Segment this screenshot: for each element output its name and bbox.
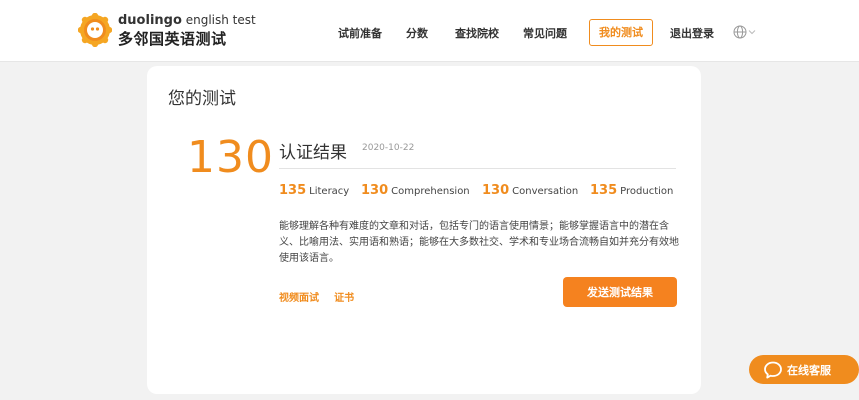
subscore-comprehension: 130 Comprehension [361,183,470,198]
result-title: 认证结果 [279,143,347,163]
globe-icon[interactable] [733,25,757,39]
subscores-row: 135 Literacy 130 Comprehension 130 Conversa… [279,179,679,198]
nav-scores[interactable]: 分数 [406,25,428,41]
chat-bubble-icon [764,361,782,379]
subscore-production: 135 Production [590,183,674,198]
subscore-conversation: 130 Conversation [482,183,579,198]
online-support-label: 在线客服 [787,364,831,377]
nav-test-prep[interactable]: 试前准备 [338,25,382,41]
send-results-button[interactable]: 发送测试结果 [563,277,677,307]
score-description: 能够理解各种有难度的文章和对话，包括专门的语言使用情景；能够掌握语言中的潜在含义… [279,221,679,264]
result-date: 2020-10-22 [362,143,415,153]
main-nav: 试前准备 分数 查找院校 常见问题 我的测试 退出登录 [0,0,859,62]
test-result-card: 您的测试 130 认证结果 2020-10-22 135 Literacy 130… [147,66,701,394]
subscore-literacy: 135 Literacy [279,183,350,198]
nav-my-tests[interactable]: 我的测试 [589,19,653,46]
result-links: 视频面试 证书 [279,286,364,305]
nav-faq[interactable]: 常见问题 [523,25,567,41]
top-header: duolingo english test 多邻国英语测试 试前准备 分数 查找… [0,0,859,62]
overall-score: 130 [187,132,274,183]
page-title: 您的测试 [168,89,236,109]
nav-logout[interactable]: 退出登录 [670,25,714,41]
certificate-link[interactable]: 证书 [334,293,354,304]
video-interview-link[interactable]: 视频面试 [279,293,319,304]
online-support-button[interactable]: 在线客服 [749,355,859,384]
nav-find-schools[interactable]: 查找院校 [455,25,499,41]
divider [279,168,676,169]
